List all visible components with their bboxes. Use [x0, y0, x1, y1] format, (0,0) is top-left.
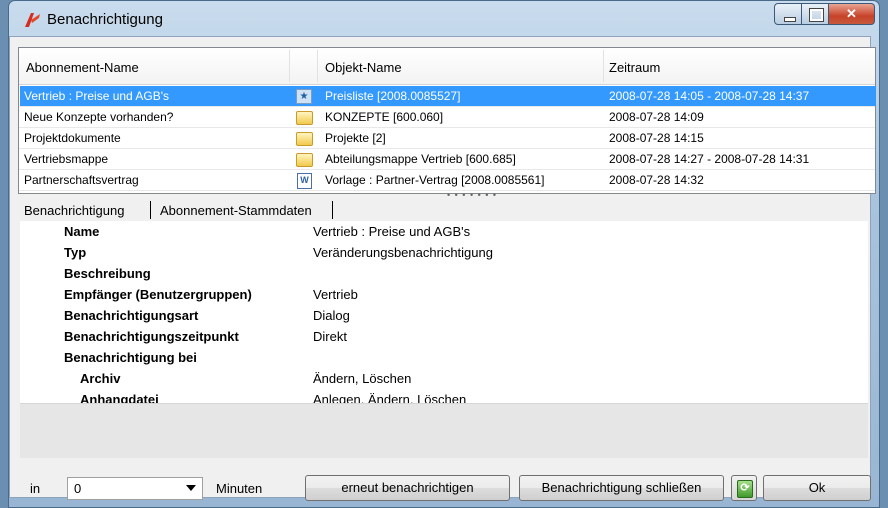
cell-subscription-name: Vertriebsmappe [24, 152, 109, 166]
detail-value: Dialog [313, 308, 350, 323]
table-row[interactable]: Vertrieb : Preise und AGB's ★ Preisliste [… [20, 86, 876, 106]
detail-value: Vertrieb [313, 287, 358, 302]
cell-object-name: Abteilungsmappe Vertrieb [600.685] [325, 152, 516, 166]
dialog-client-area: Abonnement-Name Objekt-Name Zeitraum Ver… [9, 36, 876, 498]
minimize-icon [784, 17, 796, 22]
title-bar[interactable]: Benachrichtigung ✕ [9, 1, 879, 37]
detail-value: Ändern, Löschen [313, 371, 412, 386]
tab-abonnement-stammdaten[interactable]: Abonnement-Stammdaten [160, 203, 312, 218]
cell-subscription-name: Vertrieb : Preise und AGB's [24, 89, 170, 103]
detail-label: Benachrichtigungszeitpunkt [64, 329, 239, 344]
subscription-grid: Abonnement-Name Objekt-Name Zeitraum Ver… [18, 47, 876, 194]
detail-label: Benachrichtigung bei [64, 350, 197, 365]
star-document-icon: ★ [295, 88, 313, 104]
cell-subscription-name: Neue Konzepte vorhanden? [24, 110, 174, 124]
refresh-icon: ⟳ [737, 480, 753, 498]
ok-button[interactable]: Ok [763, 475, 871, 501]
minutes-value[interactable]: 0 [74, 481, 81, 496]
minutes-combobox[interactable]: 0 [67, 477, 203, 500]
cell-period: 2008-07-28 14:05 - 2008-07-28 14:37 [609, 89, 810, 103]
folder-icon [295, 109, 313, 125]
detail-label: Typ [64, 245, 87, 260]
detail-value: Direkt [313, 329, 347, 344]
details-empty-area [20, 403, 868, 458]
detail-label: Archiv [80, 371, 121, 386]
window-title: Benachrichtigung [47, 11, 163, 28]
maximize-icon [809, 8, 824, 22]
detail-label: Benachrichtigungsart [64, 308, 199, 323]
app-logo-icon [25, 13, 40, 27]
dropdown-arrow-icon[interactable] [186, 485, 196, 491]
detail-label: Beschreibung [64, 266, 151, 281]
refresh-button[interactable]: ⟳ [731, 475, 757, 501]
minimize-button[interactable] [774, 3, 802, 25]
table-row[interactable]: Vertriebsmappe Abteilungsmappe Vertrieb [… [20, 149, 876, 169]
close-icon: ✕ [846, 6, 857, 21]
maximize-button[interactable] [802, 3, 829, 25]
cell-period: 2008-07-28 14:27 - 2008-07-28 14:31 [609, 152, 810, 166]
folder-icon [295, 151, 313, 167]
tab-benachrichtigung[interactable]: Benachrichtigung [24, 203, 124, 218]
table-row[interactable]: Neue Konzepte vorhanden? KONZEPTE [600.06… [20, 107, 876, 127]
column-header-object-name[interactable]: Objekt-Name [325, 60, 402, 75]
cell-object-name: KONZEPTE [600.060] [325, 110, 444, 124]
renotify-button[interactable]: erneut benachrichtigen [305, 475, 510, 501]
column-header-subscription-name[interactable]: Abonnement-Name [26, 60, 139, 75]
column-header-period[interactable]: Zeitraum [609, 60, 660, 75]
table-row[interactable]: Projektdokumente Projekte [2] 2008-07-28 1… [20, 128, 876, 148]
table-row[interactable]: Partnerschaftsvertrag W Vorlage : Partner-… [20, 170, 876, 190]
detail-value: Veränderungsbenachrichtigung [313, 245, 493, 260]
close-button[interactable]: ✕ [829, 3, 875, 25]
cell-subscription-name: Partnerschaftsvertrag [24, 173, 139, 187]
word-document-icon: W [295, 172, 313, 189]
detail-value: Vertrieb : Preise und AGB's [313, 224, 471, 239]
minutes-label: Minuten [216, 481, 263, 496]
splitter-grip[interactable]: • • • • • • • [447, 190, 497, 200]
close-notification-button[interactable]: Benachrichtigung schließen [519, 475, 724, 501]
grid-header: Abonnement-Name Objekt-Name Zeitraum [19, 48, 875, 85]
cell-object-name: Vorlage : Partner-Vertrag [2008.0085561] [325, 173, 545, 187]
cell-period: 2008-07-28 14:09 [609, 110, 704, 124]
cell-subscription-name: Projektdokumente [24, 131, 121, 145]
cell-object-name: Preisliste [2008.0085527] [325, 89, 461, 103]
detail-label: Empfänger (Benutzergruppen) [64, 287, 252, 302]
folder-icon [295, 130, 313, 146]
in-label: in [30, 481, 41, 496]
detail-label: Name [64, 224, 100, 239]
cell-period: 2008-07-28 14:32 [609, 173, 704, 187]
cell-object-name: Projekte [2] [325, 131, 386, 145]
cell-period: 2008-07-28 14:15 [609, 131, 704, 145]
